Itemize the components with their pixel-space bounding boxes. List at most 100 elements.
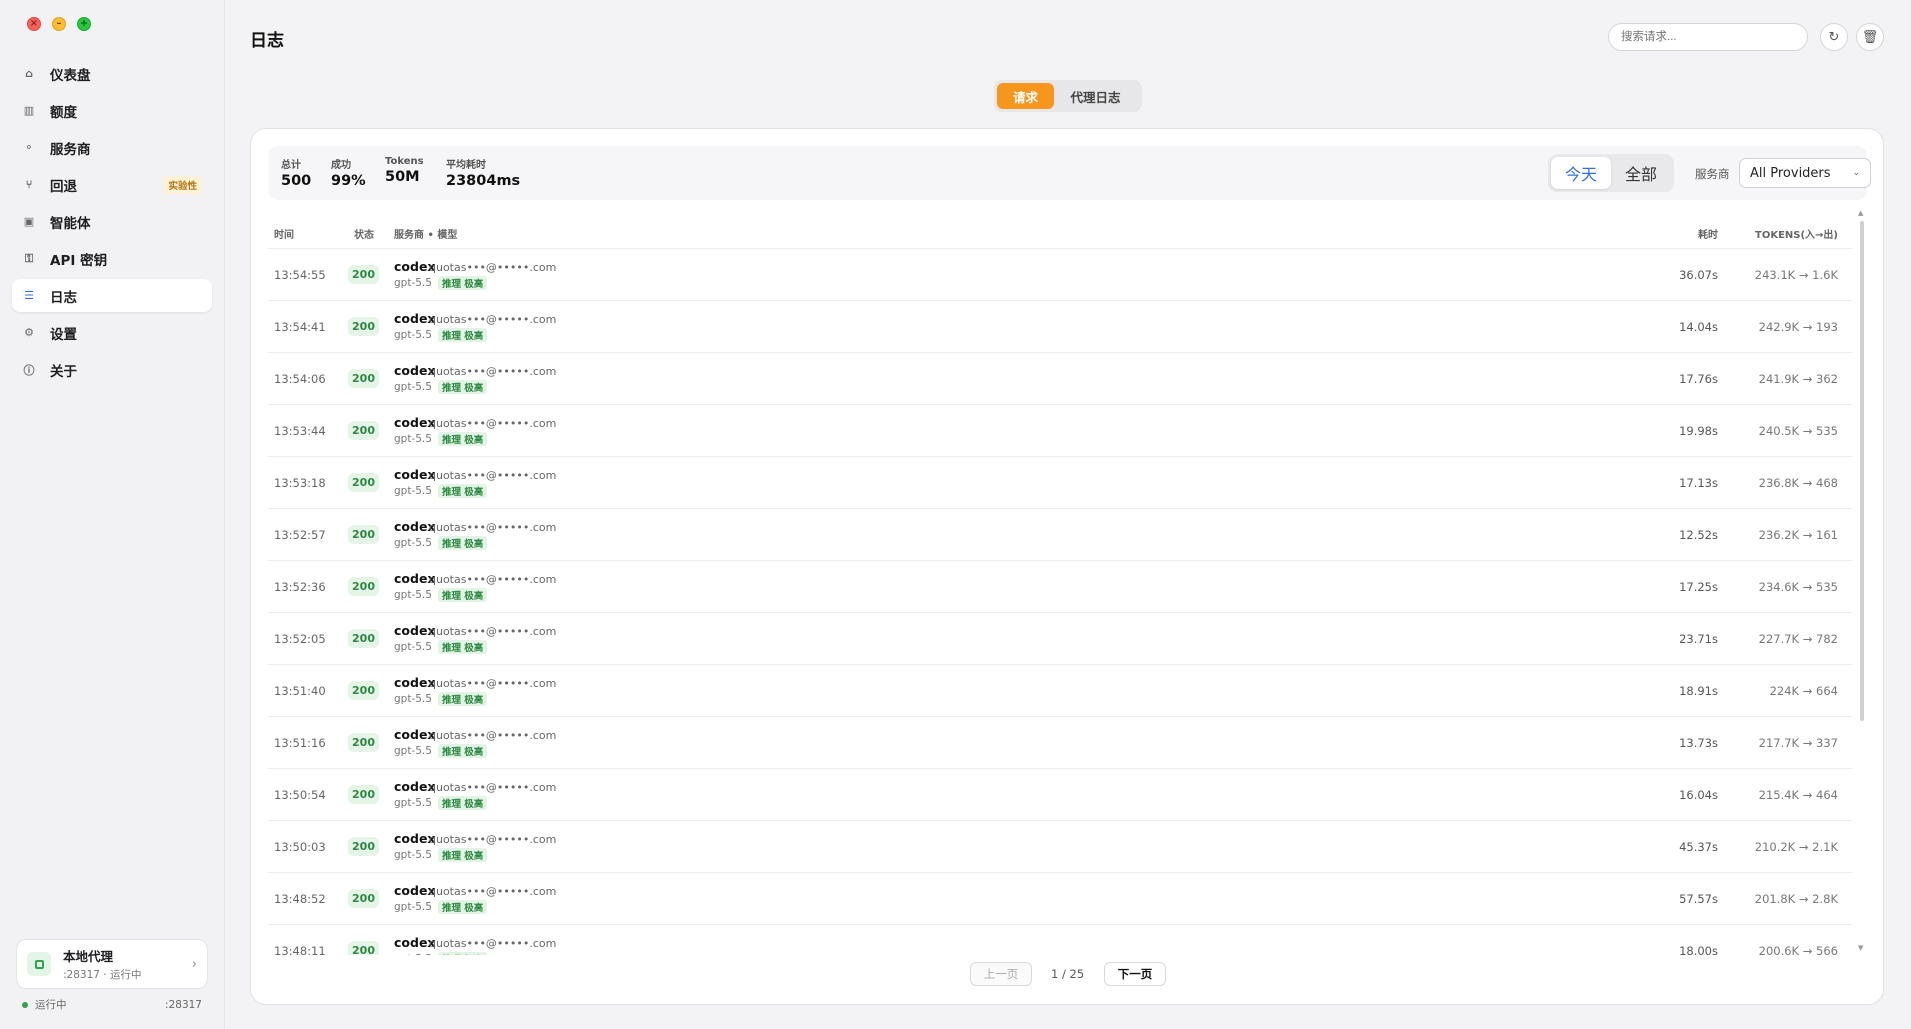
row-duration: 23.71s	[1679, 632, 1718, 646]
sidebar-item-5[interactable]: ⚿ API 密钥	[12, 242, 212, 275]
sidebar-item-label: API 密钥	[50, 252, 108, 269]
status-badge: 200	[348, 577, 379, 596]
status-badge: 200	[348, 421, 379, 440]
table-row[interactable]: 13:53:18 200 codex quotas•••@•••••.com gpt-5…	[268, 457, 1852, 509]
row-tokens: 224K → 664	[1769, 684, 1838, 698]
refresh-button[interactable]: ↻	[1820, 23, 1848, 51]
sidebar-item-label: 额度	[50, 104, 77, 121]
table-row[interactable]: 13:48:11200codexquotas•••@•••••.comgpt-5…	[268, 925, 1852, 955]
table-row[interactable]: 13:52:57 200 codex quotas•••@•••••.com gpt-5…	[268, 509, 1852, 561]
close-icon: ×	[29, 18, 39, 29]
clear-logs-button[interactable]: 🗑	[1856, 23, 1884, 51]
chevron-right-icon: ›	[191, 956, 197, 972]
scroll-down-icon[interactable]: ▼	[1858, 944, 1863, 952]
provider-select[interactable]: All Providers ⌄	[1739, 158, 1871, 188]
sidebar-item-4[interactable]: ▣ 智能体	[12, 205, 212, 238]
fallback-icon: ⑂	[25, 178, 33, 191]
stats-bar: 总计 500 成功 99% Tokens 50M 平均耗时 23804ms 今天…	[268, 146, 1871, 200]
row-time: 13:48:11	[274, 944, 326, 955]
row-account: quotas•••@•••••.com	[429, 885, 557, 898]
row-time: 13:51:40	[274, 684, 326, 698]
row-tokens: 217.7K → 337	[1758, 736, 1838, 750]
sidebar-item-6[interactable]: ☰ 日志	[12, 279, 212, 312]
sidebar-item-1[interactable]: ▥ 额度	[12, 94, 212, 127]
local-proxy-card[interactable]: 本地代理 :28317 · 运行中 ›	[16, 939, 208, 989]
row-account: quotas•••@•••••.com	[429, 365, 557, 378]
next-page-button[interactable]: 下一页	[1104, 962, 1166, 986]
status-badge: 200	[348, 837, 379, 856]
table-row[interactable]: 13:52:36 200 codex quotas•••@•••••.com gpt-5…	[268, 561, 1852, 613]
proxy-card-text: 本地代理 :28317 · 运行中	[63, 946, 141, 982]
prev-page-button[interactable]: 上一页	[970, 962, 1032, 986]
row-time: 13:52:57	[274, 528, 326, 542]
scroll-up-icon[interactable]: ▲	[1858, 209, 1863, 217]
row-model: gpt-5.5	[394, 589, 432, 601]
status-badge: 200	[348, 889, 379, 908]
sidebar-item-7[interactable]: ⚙ 设置	[12, 316, 212, 349]
provider-icon: ⚬	[24, 141, 34, 154]
reasoning-badge: 推理 极高	[438, 536, 488, 550]
table-row[interactable]: 13:54:55 200 codex quotas•••@•••••.com gpt-5…	[268, 249, 1852, 301]
provider-select-value: All Providers	[1750, 165, 1831, 181]
row-account: quotas•••@•••••.com	[429, 833, 557, 846]
row-model: gpt-5.5	[394, 537, 432, 549]
table-row[interactable]: 13:51:16 200 codex quotas•••@•••••.com gpt-5…	[268, 717, 1852, 769]
status-badge: 200	[348, 317, 379, 336]
sidebar-item-label: 智能体	[50, 215, 91, 232]
range-all-button[interactable]: 全部	[1611, 157, 1671, 189]
table-row[interactable]: 13:52:05 200 codex quotas•••@•••••.com gpt-5…	[268, 613, 1852, 665]
minimize-window-button[interactable]: –	[52, 17, 66, 31]
reasoning-badge: 推理 极高	[438, 640, 488, 654]
col-time: 时间	[274, 230, 294, 241]
row-account: quotas•••@•••••.com	[429, 573, 557, 586]
stat-total: 总计 500	[281, 156, 311, 189]
logs-card: 总计 500 成功 99% Tokens 50M 平均耗时 23804ms 今天…	[250, 128, 1884, 1005]
table-row[interactable]: 13:54:06 200 codex quotas•••@•••••.com gpt-5…	[268, 353, 1852, 405]
maximize-icon: +	[79, 18, 89, 29]
row-duration: 17.76s	[1679, 372, 1718, 386]
row-duration: 19.98s	[1679, 424, 1718, 438]
row-time: 13:52:36	[274, 580, 326, 594]
home-icon: ⌂	[25, 67, 33, 80]
status-badge: 200	[348, 941, 379, 955]
maximize-window-button[interactable]: +	[77, 17, 91, 31]
row-time: 13:50:54	[274, 788, 326, 802]
log-table-body: 13:54:55 200 codex quotas•••@•••••.com gpt-5…	[268, 249, 1852, 955]
sidebar-item-label: 回退	[50, 178, 77, 195]
key-icon: ⚿	[24, 251, 34, 265]
status-badge: 200	[348, 785, 379, 804]
row-duration: 16.04s	[1679, 788, 1718, 802]
sidebar-item-0[interactable]: ⌂ 仪表盘	[12, 57, 212, 90]
status-label: 运行中	[35, 999, 67, 1011]
tab-requests[interactable]: 请求	[997, 83, 1054, 109]
search-input[interactable]	[1608, 23, 1808, 51]
sidebar-item-2[interactable]: ⚬ 服务商	[12, 131, 212, 164]
table-row[interactable]: 13:53:44 200 codex quotas•••@•••••.com gpt-5…	[268, 405, 1852, 457]
table-row[interactable]: 13:48:52 200 codex quotas•••@•••••.com gpt-5…	[268, 873, 1852, 925]
table-row[interactable]: 13:51:40 200 codex quotas•••@•••••.com gpt-5…	[268, 665, 1852, 717]
row-model: gpt-5.5	[394, 381, 432, 393]
close-window-button[interactable]: ×	[27, 17, 41, 31]
row-tokens: 200.6K → 566	[1758, 944, 1838, 955]
status-badge: 200	[348, 265, 379, 284]
stat-total-label: 总计	[281, 160, 301, 171]
row-account: quotas•••@•••••.com	[429, 521, 557, 534]
table-row[interactable]: 13:50:03 200 codex quotas•••@•••••.com gpt-5…	[268, 821, 1852, 873]
row-time: 13:54:41	[274, 320, 326, 334]
table-row[interactable]: 13:50:54 200 codex quotas•••@•••••.com gpt-5…	[268, 769, 1852, 821]
table-row[interactable]: 13:54:41 200 codex quotas•••@•••••.com gpt-5…	[268, 301, 1852, 353]
stat-avg-value: 23804ms	[446, 173, 521, 189]
reasoning-badge: 推理 极高	[438, 744, 488, 758]
row-model: gpt-5.5	[394, 693, 432, 705]
col-tokens: TOKENS(入→出)	[1755, 230, 1838, 241]
range-today-button[interactable]: 今天	[1551, 157, 1611, 189]
row-tokens: 234.6K → 535	[1758, 580, 1838, 594]
sidebar-item-3[interactable]: ⑂ 回退 实验性	[12, 168, 212, 201]
proxy-chip-icon	[27, 952, 51, 976]
scrollbar-thumb[interactable]	[1860, 221, 1864, 721]
tab-proxy-logs[interactable]: 代理日志	[1054, 83, 1137, 109]
row-model: gpt-5.5	[394, 797, 432, 809]
stat-success-value: 99%	[331, 173, 366, 189]
sidebar-item-8[interactable]: ⓘ 关于	[12, 353, 212, 386]
refresh-icon: ↻	[1828, 29, 1840, 45]
